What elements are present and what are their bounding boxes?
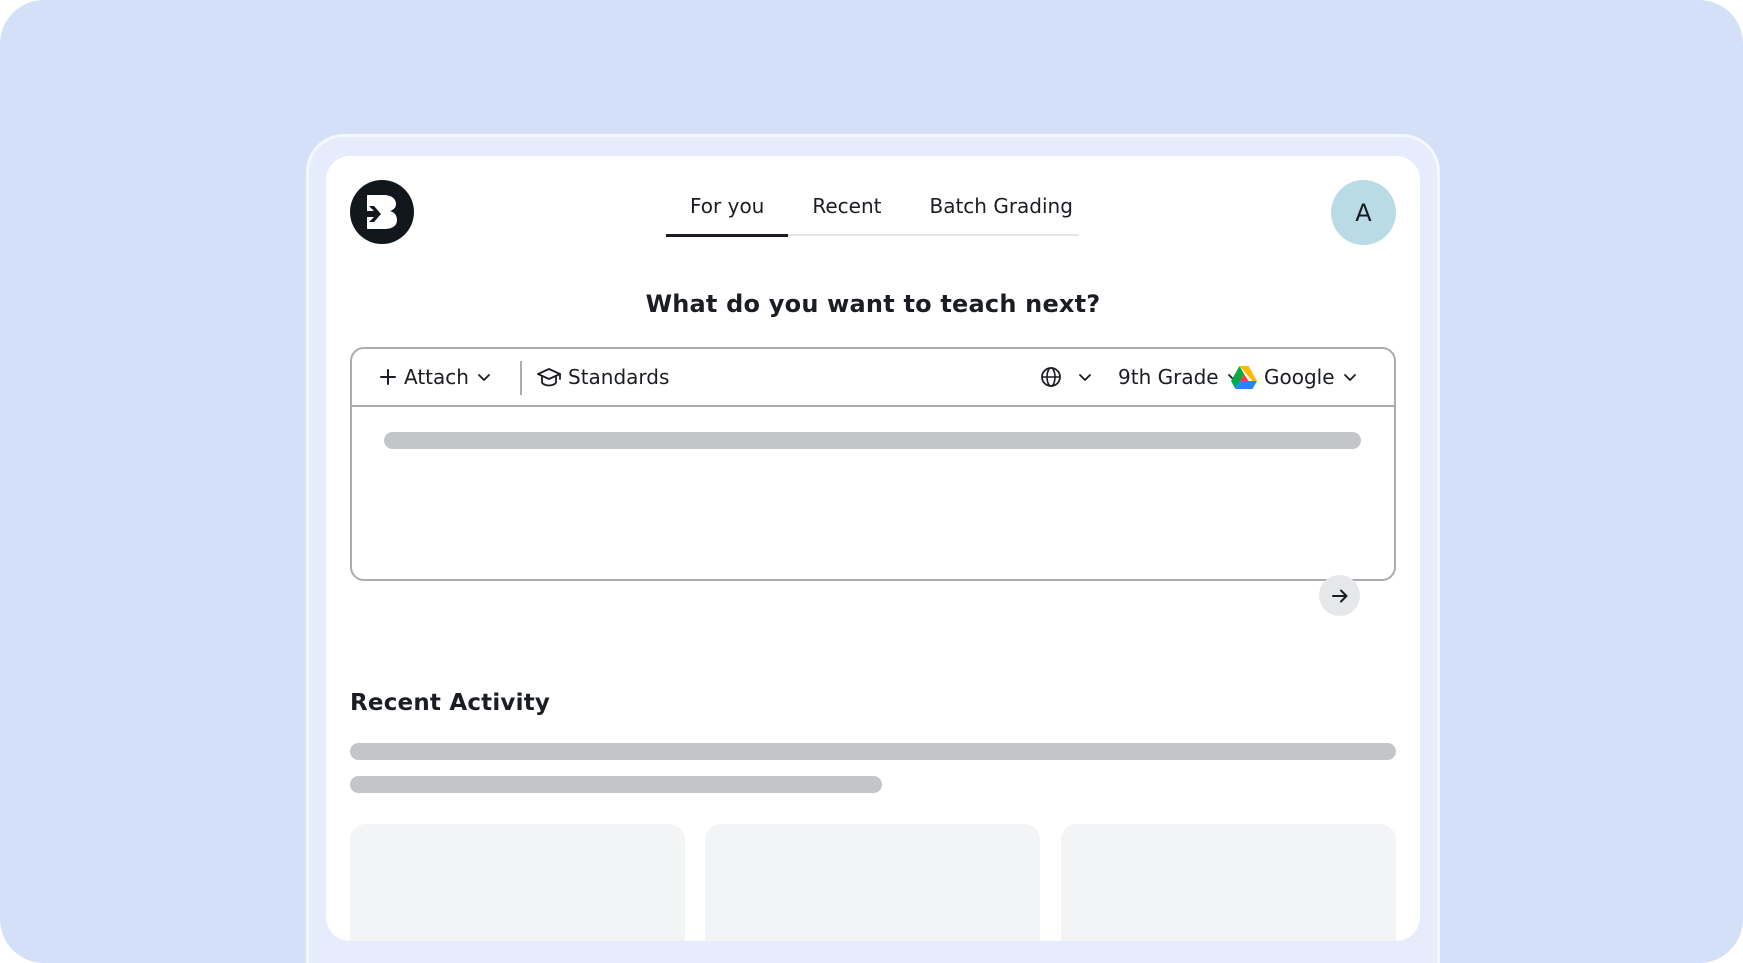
standards-button[interactable]: Standards — [536, 349, 675, 405]
skeleton-line — [350, 776, 882, 793]
attach-label: Attach — [404, 365, 469, 389]
prompt-composer: Attach Standards 9th Grade Google — [350, 347, 1396, 616]
language-selector[interactable] — [1040, 349, 1094, 405]
grade-selector[interactable]: 9th Grade — [1112, 349, 1243, 405]
attach-button[interactable]: Attach — [378, 349, 493, 405]
activity-card[interactable] — [350, 824, 685, 941]
export-label: Google — [1264, 365, 1335, 389]
plus-icon — [380, 369, 396, 385]
tab-for-you[interactable]: For you — [666, 177, 789, 237]
prompt-input-placeholder[interactable] — [384, 432, 1361, 449]
arrow-right-icon — [1331, 589, 1347, 602]
grade-label: 9th Grade — [1118, 365, 1219, 389]
skeleton-line — [350, 743, 1396, 760]
page-title: What do you want to teach next? — [645, 290, 1101, 318]
graduation-cap-icon — [537, 368, 561, 387]
brand-b-logo-icon — [367, 195, 397, 229]
google-drive-icon — [1231, 365, 1257, 389]
main-tabs: For you Recent Batch Grading — [666, 177, 1079, 237]
page-backdrop: For you Recent Batch Grading A What do y… — [0, 0, 1743, 963]
globe-icon — [1041, 367, 1061, 387]
recent-activity-title: Recent Activity — [350, 690, 551, 716]
toolbar-divider — [520, 361, 522, 395]
standards-label: Standards — [568, 365, 670, 389]
chevron-down-icon — [1079, 374, 1091, 381]
chevron-down-icon — [1343, 374, 1356, 381]
brand-logo[interactable] — [350, 180, 414, 244]
chevron-down-icon — [478, 374, 490, 381]
user-avatar[interactable]: A — [1331, 180, 1396, 245]
tab-batch-grading[interactable]: Batch Grading — [905, 177, 1096, 235]
app-window: For you Recent Batch Grading A What do y… — [326, 156, 1420, 941]
composer-toolbar: Attach Standards 9th Grade Google — [352, 349, 1394, 407]
export-selector[interactable]: Google — [1230, 349, 1359, 405]
send-button[interactable] — [1319, 575, 1360, 616]
activity-card[interactable] — [1061, 824, 1396, 941]
activity-card[interactable] — [705, 824, 1040, 941]
tab-recent[interactable]: Recent — [788, 177, 905, 235]
